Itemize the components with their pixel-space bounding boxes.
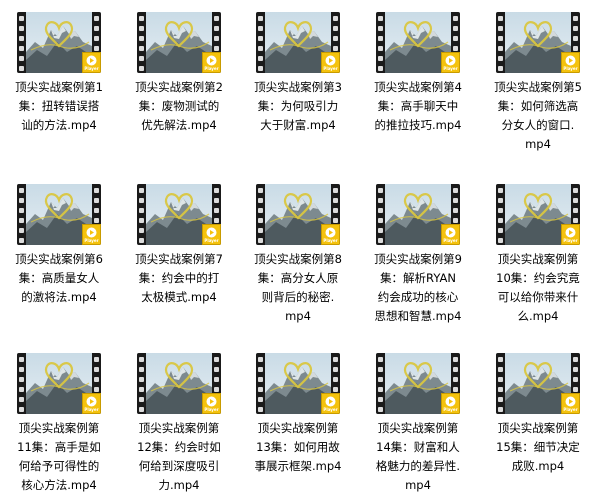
player-badge-label: Player [204,238,219,243]
file-item[interactable]: Player 顶尖实战案例第9 集：解析RYAN 约会成功的核心 思想和智慧.mp… [361,172,475,332]
player-badge-label: Player [323,66,338,71]
file-item[interactable]: Player 顶尖实战案例第 12集：约会时如 何给到深度吸引 力.mp4 [122,341,236,501]
player-badge-label: Player [323,238,338,243]
player-badge-label: Player [563,407,578,412]
file-grid: Player 顶尖实战案例第1 集：扭转错误搭 讪的方法.mp4 Player 顶尖… [0,0,600,500]
file-item[interactable]: Player 顶尖实战案例第5 集：如何筛选高 分女人的窗口. mp4 [481,0,595,160]
file-item[interactable]: Player 顶尖实战案例第 13集：如何用故 事展示框架.mp4 [241,341,355,501]
player-badge-icon: Player [441,393,460,414]
video-thumbnail-icon: Player [256,12,340,73]
player-badge-icon: Player [82,393,101,414]
file-name: 顶尖实战案例第 14集：财富和人 格魅力的差异性. mp4 [375,421,461,492]
player-badge-label: Player [563,238,578,243]
video-thumbnail-icon: Player [137,184,221,245]
file-name: 顶尖实战案例第6 集：高质量女人 的激将法.mp4 [15,252,103,304]
player-badge-label: Player [443,238,458,243]
file-name: 顶尖实战案例第1 集：扭转错误搭 讪的方法.mp4 [15,80,103,132]
player-badge-label: Player [443,66,458,71]
player-badge-label: Player [84,66,99,71]
file-name: 顶尖实战案例第 13集：如何用故 事展示框架.mp4 [254,421,342,473]
file-item[interactable]: Player 顶尖实战案例第7 集：约会中的打 太极模式.mp4 [122,172,236,332]
player-badge-icon: Player [321,224,340,245]
file-name: 顶尖实战案例第 15集：细节决定 成败.mp4 [496,421,580,473]
file-name: 顶尖实战案例第 10集：约会究竟 可以给你带来什 么.mp4 [496,252,580,323]
file-name: 顶尖实战案例第5 集：如何筛选高 分女人的窗口. mp4 [494,80,582,151]
player-badge-label: Player [84,238,99,243]
file-name: 顶尖实战案例第 11集：高手是如 何给予可得性的 核心方法.mp4 [17,421,101,492]
player-badge-icon: Player [321,52,340,73]
player-badge-icon: Player [202,393,221,414]
player-badge-icon: Player [202,52,221,73]
file-item[interactable]: Player 顶尖实战案例第8 集：高分女人原 则背后的秘密. mp4 [241,172,355,332]
file-name: 顶尖实战案例第 12集：约会时如 何给到深度吸引 力.mp4 [137,421,221,492]
file-item[interactable]: Player 顶尖实战案例第 14集：财富和人 格魅力的差异性. mp4 [361,341,475,501]
player-badge-icon: Player [441,52,460,73]
video-thumbnail-icon: Player [376,12,460,73]
video-thumbnail-icon: Player [17,353,101,414]
video-thumbnail-icon: Player [496,184,580,245]
video-thumbnail-icon: Player [496,12,580,73]
file-item[interactable]: Player 顶尖实战案例第 11集：高手是如 何给予可得性的 核心方法.mp4 [2,341,116,501]
file-item[interactable]: Player 顶尖实战案例第6 集：高质量女人 的激将法.mp4 [2,172,116,332]
video-thumbnail-icon: Player [496,353,580,414]
file-name: 顶尖实战案例第9 集：解析RYAN 约会成功的核心 思想和智慧.mp4 [374,252,462,323]
player-badge-icon: Player [82,224,101,245]
player-badge-label: Player [204,407,219,412]
video-thumbnail-icon: Player [17,12,101,73]
player-badge-icon: Player [561,52,580,73]
file-name: 顶尖实战案例第7 集：约会中的打 太极模式.mp4 [135,252,223,304]
player-badge-icon: Player [441,224,460,245]
video-thumbnail-icon: Player [376,353,460,414]
player-badge-label: Player [323,407,338,412]
file-item[interactable]: Player 顶尖实战案例第 10集：约会究竟 可以给你带来什 么.mp4 [481,172,595,332]
file-item[interactable]: Player 顶尖实战案例第 15集：细节决定 成败.mp4 [481,341,595,501]
player-badge-icon: Player [82,52,101,73]
file-item[interactable]: Player 顶尖实战案例第4 集：高手聊天中 的推拉技巧.mp4 [361,0,475,160]
file-item[interactable]: Player 顶尖实战案例第2 集：废物测试的 优先解法.mp4 [122,0,236,160]
player-badge-icon: Player [321,393,340,414]
video-thumbnail-icon: Player [376,184,460,245]
file-name: 顶尖实战案例第4 集：高手聊天中 的推拉技巧.mp4 [374,80,462,132]
video-thumbnail-icon: Player [256,184,340,245]
player-badge-icon: Player [202,224,221,245]
file-item[interactable]: Player 顶尖实战案例第1 集：扭转错误搭 讪的方法.mp4 [2,0,116,160]
player-badge-label: Player [443,407,458,412]
player-badge-label: Player [84,407,99,412]
file-name: 顶尖实战案例第2 集：废物测试的 优先解法.mp4 [135,80,223,132]
player-badge-icon: Player [561,224,580,245]
video-thumbnail-icon: Player [137,12,221,73]
file-name: 顶尖实战案例第8 集：高分女人原 则背后的秘密. mp4 [254,252,342,323]
video-thumbnail-icon: Player [17,184,101,245]
player-badge-label: Player [204,66,219,71]
file-name: 顶尖实战案例第3 集：为何吸引力 大于财富.mp4 [254,80,342,132]
file-item[interactable]: Player 顶尖实战案例第3 集：为何吸引力 大于财富.mp4 [241,0,355,160]
video-thumbnail-icon: Player [137,353,221,414]
player-badge-icon: Player [561,393,580,414]
player-badge-label: Player [563,66,578,71]
video-thumbnail-icon: Player [256,353,340,414]
